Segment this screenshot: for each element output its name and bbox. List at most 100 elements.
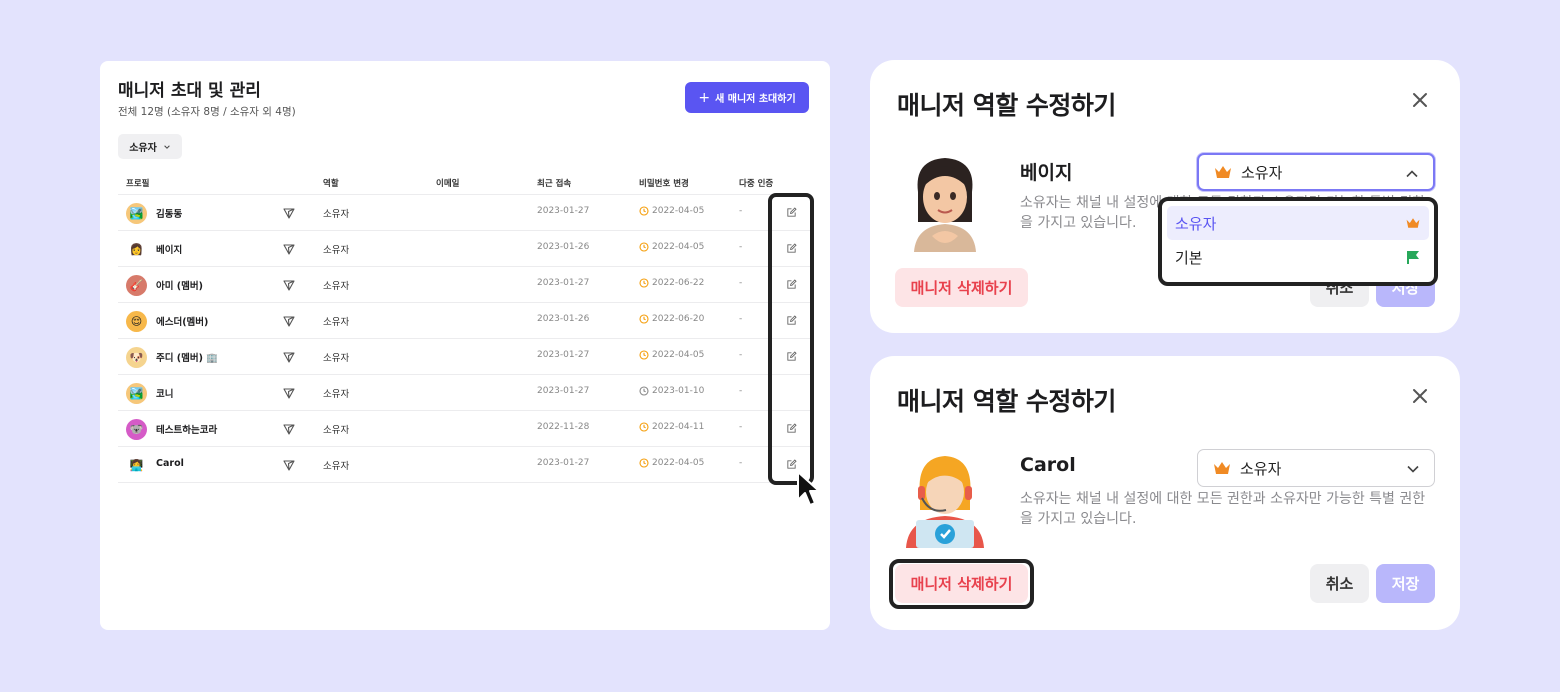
crown-icon (1215, 166, 1231, 178)
avatar: 🏞️ (126, 383, 147, 404)
memoji-avatar-icon (914, 158, 976, 252)
table-row: 🐶 주디 (멤버) 🏢 소유자 2023-01-27 2022-04-05 - (118, 339, 810, 375)
table-row: 😌 에스더(멤버) 소유자 2023-01-26 2022-06-20 - (118, 303, 810, 339)
avatar: 👩 (126, 239, 147, 260)
password-changed: 2022-06-20 (639, 314, 704, 324)
send-icon[interactable] (283, 315, 295, 327)
role-option-owner[interactable]: 소유자 (1167, 206, 1429, 240)
manager-name: 베이지 (156, 245, 183, 256)
manager-name: Carol (1020, 454, 1076, 476)
role-description: 소유자는 채널 내 설정에 대한 모든 권한과 소유자만 가능한 특별 권한을 … (1020, 491, 1426, 527)
password-changed: 2022-06-22 (639, 278, 704, 288)
table-row: 🏞️ 코니 소유자 2023-01-27 2023-01-10 - (118, 375, 810, 411)
last-login-date: 2023-01-27 (537, 458, 590, 468)
modal-title: 매니저 역할 수정하기 (897, 91, 1116, 120)
member-count-summary: 전체 12명 (소유자 8명 / 소유자 외 4명) (118, 106, 296, 118)
page-title: 매니저 초대 및 관리 (118, 81, 261, 101)
last-login-date: 2022-11-28 (537, 422, 590, 432)
table-header: 프로필 역할 이메일 최근 접속 비밀번호 변경 다중 인증 (118, 173, 810, 195)
role-text: 소유자 (323, 389, 350, 400)
column-header-email: 이메일 (436, 179, 460, 189)
send-icon[interactable] (283, 351, 295, 363)
send-icon[interactable] (283, 387, 295, 399)
mfa-status: - (739, 386, 743, 396)
save-button[interactable]: 저장 (1376, 564, 1435, 603)
password-changed: 2022-04-05 (639, 458, 704, 468)
avatar: 🐨 (126, 419, 147, 440)
mfa-status: - (739, 206, 743, 216)
send-icon[interactable] (283, 459, 295, 471)
mfa-status: - (739, 278, 743, 288)
manager-name: 베이지 (1020, 162, 1073, 184)
password-changed-date: 2022-04-05 (652, 242, 705, 252)
last-login-date: 2023-01-27 (537, 386, 590, 396)
role-filter-dropdown[interactable]: 소유자 (118, 134, 182, 159)
role-dropdown-menu: 소유자 기본 (1158, 197, 1438, 286)
clock-icon (639, 278, 649, 288)
chevron-down-icon (1407, 465, 1419, 473)
role-option-label: 기본 (1175, 248, 1203, 267)
avatar: 🐶 (126, 347, 147, 368)
delete-manager-button[interactable]: 매니저 삭제하기 (895, 268, 1028, 307)
role-select[interactable]: 소유자 (1197, 153, 1435, 191)
password-changed-date: 2022-04-11 (652, 422, 705, 432)
role-text: 소유자 (323, 281, 350, 292)
mouse-cursor-icon (797, 471, 820, 506)
send-icon[interactable] (283, 207, 295, 219)
password-changed: 2022-04-05 (639, 242, 704, 252)
role-option-basic[interactable]: 기본 (1167, 240, 1429, 274)
password-changed-date: 2022-04-05 (652, 458, 705, 468)
password-changed: 2022-04-11 (639, 422, 704, 432)
modal-title: 매니저 역할 수정하기 (897, 387, 1116, 416)
password-changed: 2023-01-10 (639, 386, 704, 396)
manager-name: Carol (156, 458, 184, 469)
mfa-status: - (739, 350, 743, 360)
password-changed-date: 2022-06-22 (652, 278, 705, 288)
send-icon[interactable] (283, 243, 295, 255)
table-row: 👩 베이지 소유자 2023-01-26 2022-04-05 - (118, 231, 810, 267)
close-icon[interactable] (1410, 386, 1430, 406)
role-select-value: 소유자 (1241, 163, 1283, 182)
support-agent-avatar-icon (906, 456, 984, 548)
clock-icon (639, 386, 649, 396)
password-changed: 2022-04-05 (639, 206, 704, 216)
table-row: 🏞️ 김동동 소유자 2023-01-27 2022-04-05 - (118, 195, 810, 231)
role-text: 소유자 (323, 353, 350, 364)
close-icon[interactable] (1410, 90, 1430, 110)
edit-column-highlight (768, 193, 814, 485)
crown-icon (1406, 218, 1420, 228)
send-icon[interactable] (283, 279, 295, 291)
last-login-date: 2023-01-26 (537, 242, 590, 252)
mfa-status: - (739, 314, 743, 324)
role-text: 소유자 (323, 425, 350, 436)
role-select[interactable]: 소유자 (1197, 449, 1435, 487)
table-row: 👩‍💻 Carol 소유자 2023-01-27 2022-04-05 - (118, 447, 810, 483)
manager-name: 주디 (멤버) 🏢 (156, 353, 219, 364)
invite-manager-button[interactable]: + 새 매니저 초대하기 (685, 82, 809, 113)
last-login-date: 2023-01-26 (537, 314, 590, 324)
cancel-button[interactable]: 취소 (1310, 564, 1369, 603)
chevron-down-icon (164, 144, 170, 149)
manager-name: 에스더(멤버) (156, 317, 209, 328)
last-login-date: 2023-01-27 (537, 350, 590, 360)
manager-list-panel: 매니저 초대 및 관리 전체 12명 (소유자 8명 / 소유자 외 4명) +… (100, 61, 830, 630)
mfa-status: - (739, 242, 743, 252)
clock-icon (639, 422, 649, 432)
password-changed-date: 2023-01-10 (652, 386, 705, 396)
crown-icon (1214, 462, 1230, 474)
send-icon[interactable] (283, 423, 295, 435)
mfa-status: - (739, 458, 743, 468)
last-login-date: 2023-01-27 (537, 278, 590, 288)
invite-manager-label: 새 매니저 초대하기 (715, 94, 796, 105)
table-row: 🐨 테스트하는코라 소유자 2022-11-28 2022-04-11 - (118, 411, 810, 447)
column-header-role: 역할 (323, 179, 339, 189)
manager-name: 테스트하는코라 (156, 425, 218, 436)
avatar: 🎸 (126, 275, 147, 296)
clock-icon (639, 314, 649, 324)
clock-icon (639, 458, 649, 468)
role-filter-label: 소유자 (129, 143, 157, 154)
manager-name: 코니 (156, 389, 174, 400)
flag-icon (1407, 251, 1419, 264)
clock-icon (639, 206, 649, 216)
avatar: 🏞️ (126, 203, 147, 224)
